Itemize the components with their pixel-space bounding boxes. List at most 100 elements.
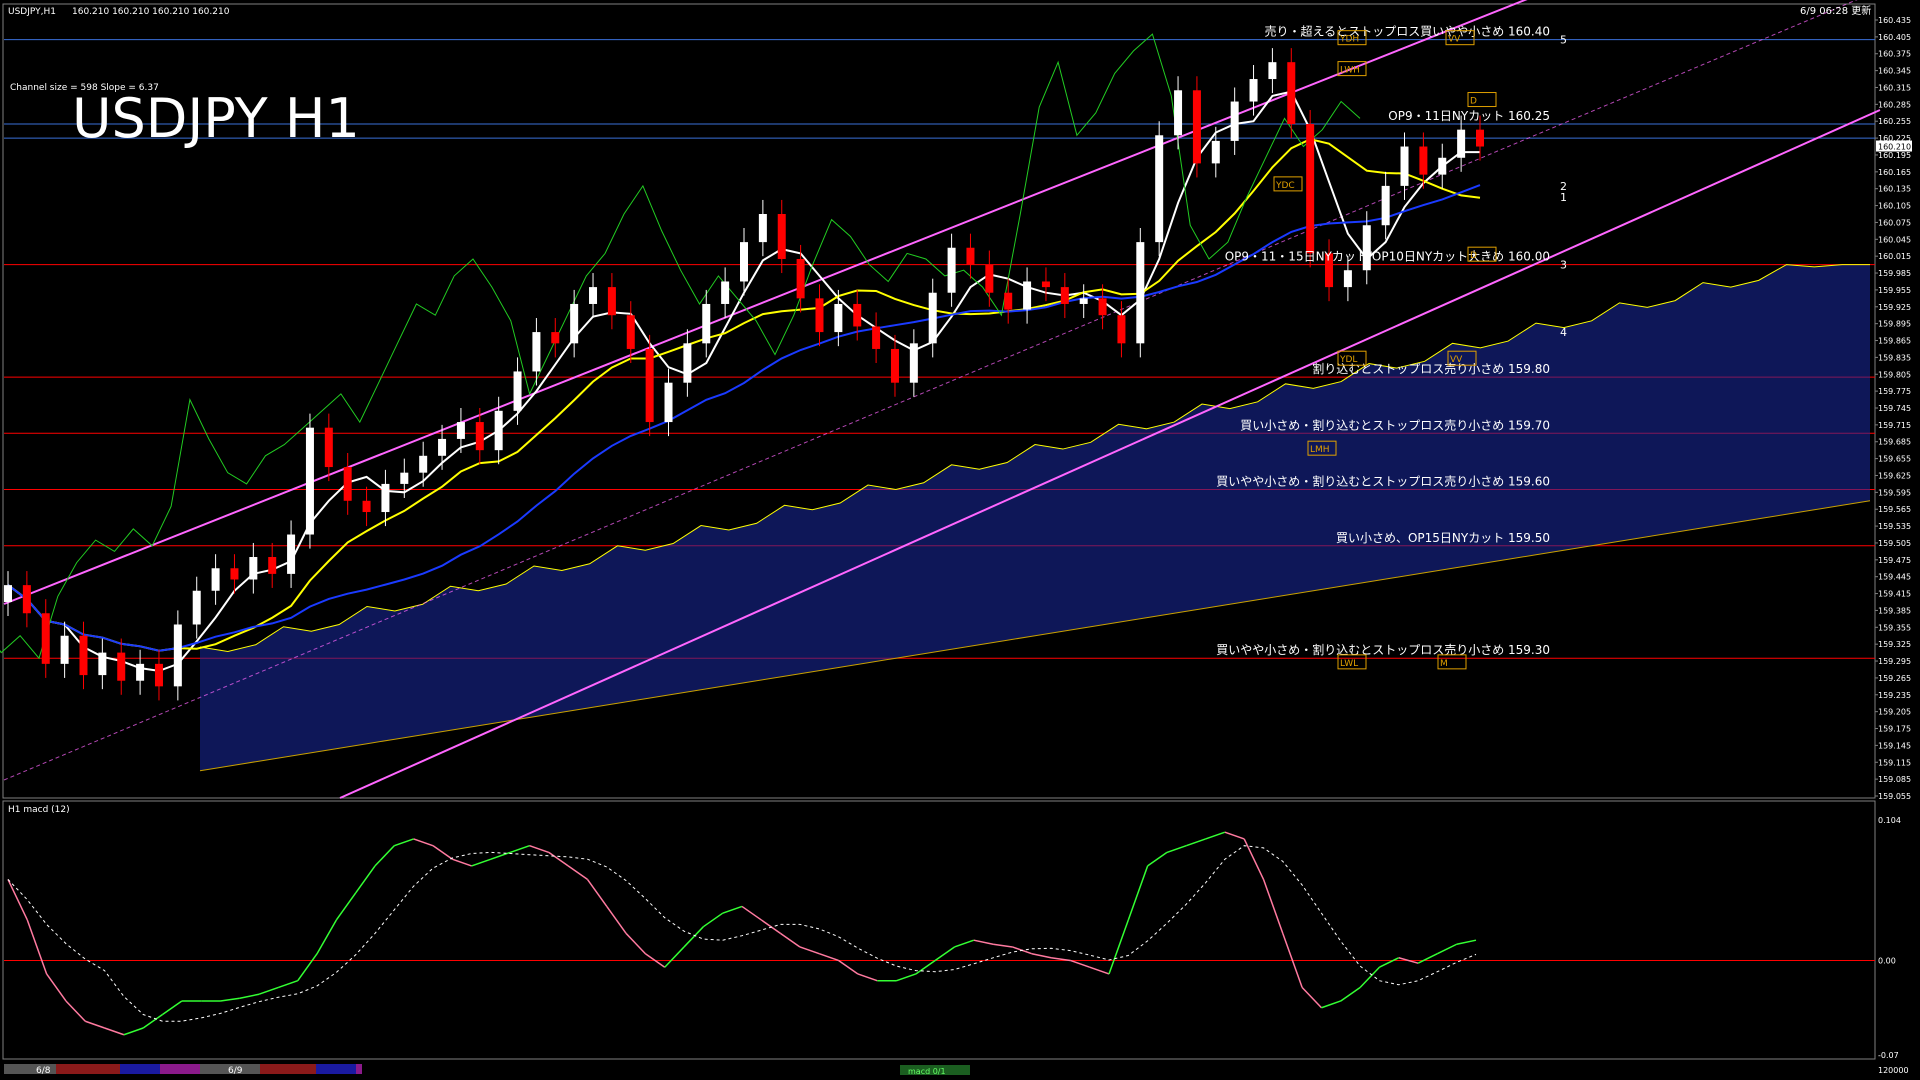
pivot-label: 1 — [1560, 191, 1567, 204]
price-axis-tick: 160.165 — [1878, 168, 1911, 177]
candle-body — [777, 214, 786, 259]
candle-body — [1004, 292, 1013, 310]
candle-body — [4, 585, 12, 602]
candle-body — [947, 247, 956, 293]
candle-body — [1136, 242, 1145, 344]
pivot-label: 4 — [1560, 326, 1567, 339]
candle-body — [532, 332, 541, 372]
price-axis-tick: 159.745 — [1878, 404, 1911, 413]
candle-body — [1192, 90, 1201, 164]
price-axis-tick: 159.295 — [1878, 657, 1911, 666]
level-label: OP9・11・15日NYカット/OP10日NYカット大きめ 160.00 — [1225, 250, 1550, 264]
price-axis-tick: 159.205 — [1878, 708, 1911, 717]
candle-body — [740, 242, 748, 282]
volume-label: 120000 — [1878, 1066, 1909, 1075]
price-axis-tick: 159.865 — [1878, 337, 1911, 346]
price-axis-tick: 159.055 — [1878, 792, 1911, 801]
price-axis-tick: 160.435 — [1878, 16, 1911, 25]
price-axis-tick: 159.325 — [1878, 640, 1911, 649]
candle-body — [154, 663, 163, 687]
price-axis-tick: 160.345 — [1878, 67, 1911, 76]
price-axis-tick: 159.685 — [1878, 438, 1911, 447]
candle-body — [324, 427, 333, 468]
price-axis-tick: 159.085 — [1878, 775, 1911, 784]
price-axis-tick: 159.505 — [1878, 539, 1911, 548]
candle-body — [1287, 62, 1296, 125]
candle-body — [362, 500, 371, 513]
macd-title: H1 macd (12) — [8, 805, 70, 815]
box-marker-label: D — [1470, 97, 1477, 107]
price-axis-tick: 160.045 — [1878, 235, 1911, 244]
current-price-label: 160.210 — [1878, 143, 1911, 152]
candle-body — [570, 303, 579, 344]
candle-body — [1079, 298, 1088, 304]
candle-body — [494, 410, 503, 451]
box-marker-label: D — [1470, 251, 1477, 261]
candle-body — [928, 292, 937, 344]
candle-body — [381, 483, 390, 513]
channel-info: Channel size = 598 Slope = 6.37 — [10, 83, 159, 93]
box-marker-label: LWL — [1340, 659, 1358, 669]
price-axis-tick: 159.955 — [1878, 286, 1911, 295]
candle-body — [22, 585, 31, 614]
candle-body — [1174, 90, 1183, 136]
price-axis-tick: 159.475 — [1878, 556, 1911, 565]
box-marker-label: VV — [1448, 35, 1461, 45]
candle-body — [796, 258, 805, 299]
level-label: 買い小さめ、OP15日NYカット 159.50 — [1336, 531, 1550, 545]
candle-body — [985, 264, 994, 293]
box-marker-label: YDH — [1339, 35, 1359, 45]
level-label: OP9・11日NYカット 160.25 — [1388, 109, 1550, 123]
candle-body — [192, 590, 201, 625]
price-axis-tick: 159.985 — [1878, 269, 1911, 278]
chart-title: USDJPY H1 — [72, 87, 360, 150]
candle-body — [758, 214, 767, 243]
box-marker-label: M — [1440, 659, 1448, 669]
pivot-label: 3 — [1560, 259, 1567, 272]
candle-body — [890, 348, 899, 383]
indicator-tab-label: macd 0/1 — [908, 1067, 946, 1076]
box-marker-label: LWH — [1340, 66, 1360, 76]
candle-body — [1400, 146, 1409, 186]
ohlc-readout: 160.210 160.210 160.210 160.210 — [72, 7, 230, 17]
candle-body — [664, 382, 673, 423]
date-label-2: 6/9 — [228, 1066, 243, 1076]
candle-body — [1476, 129, 1484, 147]
price-axis-tick: 160.015 — [1878, 252, 1911, 261]
candle-body — [966, 247, 975, 265]
candle-body — [589, 287, 598, 304]
price-axis-tick: 159.715 — [1878, 421, 1911, 430]
candle-body — [683, 343, 692, 383]
price-axis-tick: 159.535 — [1878, 522, 1911, 531]
level-label: 売り・超えるとストップロス買いやや小さめ 160.40 — [1265, 24, 1550, 39]
price-chart[interactable]: 0.104 0.00 -0.07 160.435 160.405 160.375 160.… — [0, 0, 1920, 1080]
date-bar-7 — [316, 1064, 356, 1074]
level-label: 買いやや小さめ・割り込むとストップロス売り小さめ 159.60 — [1216, 474, 1550, 489]
candle-body — [287, 534, 296, 574]
price-axis-tick: 159.595 — [1878, 488, 1911, 497]
candle-body — [1041, 281, 1050, 288]
candle-body — [136, 663, 145, 681]
price-axis-tick: 159.385 — [1878, 606, 1911, 615]
date-bar-6 — [260, 1064, 316, 1074]
box-marker-label: YDL — [1339, 355, 1357, 365]
box-marker-label: LMH — [1310, 445, 1330, 455]
candle-body — [475, 422, 484, 451]
macd-panel — [2, 800, 1876, 1060]
pivot-label: 5 — [1560, 34, 1567, 47]
price-axis-tick: 160.135 — [1878, 185, 1911, 194]
candle-body — [98, 652, 107, 676]
candle-body — [702, 303, 711, 344]
macd-axis-tick: 0.00 — [1878, 956, 1896, 965]
price-axis-tick: 159.625 — [1878, 471, 1911, 480]
candle-body — [1117, 315, 1126, 344]
candle-body — [1457, 129, 1466, 158]
date-label-1: 6/8 — [36, 1066, 51, 1076]
price-axis-tick: 160.075 — [1878, 218, 1911, 227]
candle-body — [419, 455, 428, 473]
price-axis-tick: 159.235 — [1878, 691, 1911, 700]
candle-body — [438, 438, 447, 456]
level-label: 買い小さめ・割り込むとストップロス売り小さめ 159.70 — [1240, 417, 1550, 432]
price-axis-tick: 159.355 — [1878, 623, 1911, 632]
price-axis-tick: 159.835 — [1878, 353, 1911, 362]
